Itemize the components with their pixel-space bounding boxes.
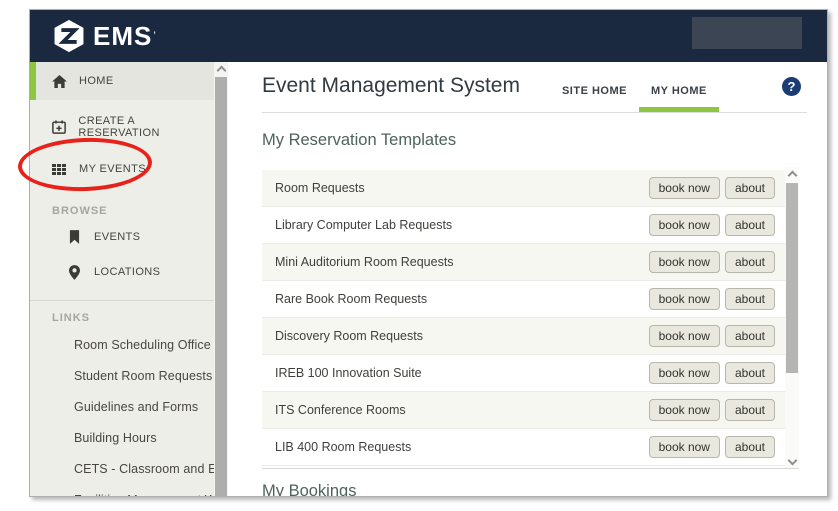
template-name: Rare Book Room Requests [275,292,427,306]
about-button[interactable]: about [725,177,775,199]
sidebar-divider [30,300,214,301]
scroll-up-icon[interactable] [787,171,797,181]
template-name: Mini Auditorium Room Requests [275,255,454,269]
about-button[interactable]: about [725,251,775,273]
book-now-button[interactable]: book now [649,251,720,273]
scroll-down-icon[interactable] [787,456,797,466]
sidebar-scrollbar-thumb[interactable] [215,77,227,496]
templates-scrollbar-thumb[interactable] [786,183,798,373]
template-name: ITS Conference Rooms [275,403,406,417]
app-body: HOME CREATE A RESERVATIO [30,62,827,496]
sidebar-link[interactable]: Room Scheduling Office [30,330,214,361]
about-button[interactable]: about [725,399,775,421]
template-name: Room Requests [275,181,365,195]
home-icon [51,75,67,88]
about-button[interactable]: about [725,436,775,458]
page-title: Event Management System [262,62,520,112]
main-header: Event Management System SITE HOME MY HOM… [262,62,807,113]
sidebar-scrollbar[interactable] [214,62,228,496]
bookmark-icon [66,230,82,244]
tab-my-home[interactable]: MY HOME [639,85,719,112]
sidebar-item-label: EVENTS [94,231,140,243]
template-name: Library Computer Lab Requests [275,218,452,232]
sidebar-item-label: CREATE A RESERVATION [78,115,214,139]
template-row: Room Requests book nowabout [262,170,785,207]
scroll-up-icon[interactable] [216,66,226,76]
about-button[interactable]: about [725,288,775,310]
template-row: Library Computer Lab Requests book nowab… [262,207,785,244]
sidebar-link[interactable]: Guidelines and Forms [30,392,214,423]
template-name: Discovery Room Requests [275,329,423,343]
map-pin-icon [66,265,82,280]
book-now-button[interactable]: book now [649,436,720,458]
sidebar-link[interactable]: Facilities Management Work [30,485,214,496]
sidebar-item-home[interactable]: HOME [30,62,214,100]
book-now-button[interactable]: book now [649,362,720,384]
sidebar-links-list: Room Scheduling Office Student Room Requ… [30,330,214,496]
template-row: Rare Book Room Requests book nowabout [262,281,785,318]
about-button[interactable]: about [725,214,775,236]
sidebar-section-links: LINKS [52,312,214,326]
sidebar-item-my-events[interactable]: MY EVENTS [30,152,214,186]
sidebar-item-locations[interactable]: LOCATIONS [30,256,214,288]
sidebar-link[interactable]: Building Hours [30,423,214,454]
main-content: Event Management System SITE HOME MY HOM… [228,62,827,496]
browser-app-frame: EMS ’ HOME [29,9,828,497]
ems-logo-icon [52,18,86,54]
sidebar-item-label: LOCATIONS [94,266,160,278]
book-now-button[interactable]: book now [649,399,720,421]
user-menu-redacted[interactable] [692,17,802,49]
calendar-plus-icon [51,120,66,134]
template-row: LIB 400 Room Requests book nowabout [262,429,785,466]
about-button[interactable]: about [725,325,775,347]
template-row: Mini Auditorium Room Requests book nowab… [262,244,785,281]
tab-site-home[interactable]: SITE HOME [550,85,639,112]
bookings-heading: My Bookings [262,481,807,496]
ems-logo-trademark: ’ [153,31,155,42]
book-now-button[interactable]: book now [649,325,720,347]
sidebar-section-browse: BROWSE [52,205,214,219]
help-icon[interactable]: ? [782,77,801,96]
templates-scrollbar[interactable] [785,167,799,468]
book-now-button[interactable]: book now [649,177,720,199]
sidebar-content: HOME CREATE A RESERVATIO [30,62,214,496]
sidebar-item-create-reservation[interactable]: CREATE A RESERVATION [30,110,214,144]
app-header: EMS ’ [30,10,827,62]
screenshot-page: EMS ’ HOME [0,0,838,511]
template-row: IREB 100 Innovation Suite book nowabout [262,355,785,392]
ems-logo-text: EMS [93,23,152,49]
book-now-button[interactable]: book now [649,214,720,236]
sidebar-item-label: MY EVENTS [79,163,146,175]
templates-heading: My Reservation Templates [262,130,807,150]
book-now-button[interactable]: book now [649,288,720,310]
sidebar-link[interactable]: Student Room Requests [30,361,214,392]
sidebar: HOME CREATE A RESERVATIO [30,62,228,496]
templates-panel: Room Requests book nowabout Library Comp… [262,167,799,469]
sidebar-item-events[interactable]: EVENTS [30,222,214,252]
template-row: Discovery Room Requests book nowabout [262,318,785,355]
home-tabs: SITE HOME MY HOME [550,85,719,112]
template-row: ITS Conference Rooms book nowabout [262,392,785,429]
sidebar-link[interactable]: CETS - Classroom and Events T [30,454,214,485]
template-name: IREB 100 Innovation Suite [275,366,422,380]
grid-icon [51,164,67,175]
about-button[interactable]: about [725,362,775,384]
template-name: LIB 400 Room Requests [275,440,411,454]
sidebar-item-label: HOME [79,75,114,87]
ems-logo: EMS ’ [52,18,156,54]
